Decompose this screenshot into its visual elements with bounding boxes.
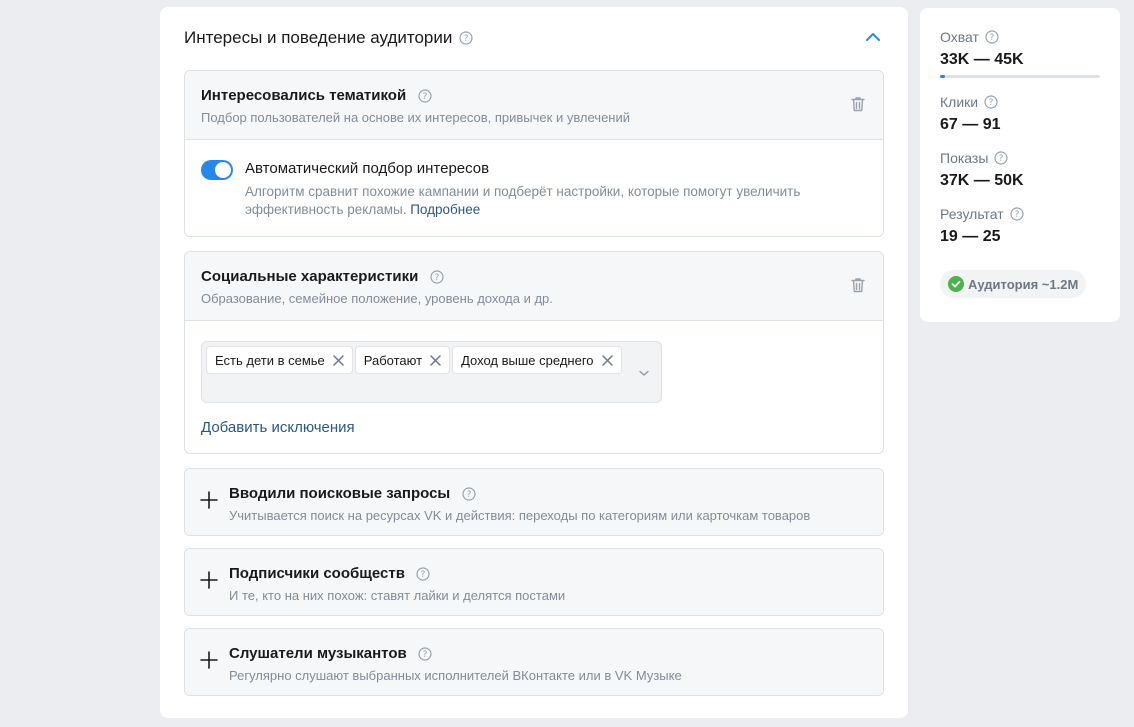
metric-value: 19 — 25 [940, 228, 1001, 245]
expand-plus-icon[interactable] [200, 491, 218, 509]
svg-text:?: ? [464, 34, 469, 44]
social-block-body: Есть дети в семье Работают Доход выше ср… [185, 320, 883, 453]
help-icon[interactable]: ? [984, 95, 998, 109]
search-queries-block[interactable]: Вводили поисковые запросы ? Учитывается … [184, 468, 884, 536]
audience-size-badge: Аудитория ~1.2M [940, 270, 1087, 298]
help-icon[interactable]: ? [985, 30, 999, 44]
music-listeners-block[interactable]: Слушатели музыкантов ? Регулярно слушают… [184, 628, 884, 696]
social-tags-select[interactable]: Есть дети в семье Работают Доход выше ср… [201, 341, 662, 403]
block-subtitle: Учитывается поиск на ресурсах VK и дейст… [229, 508, 811, 523]
delete-trash-icon[interactable] [849, 276, 867, 294]
metric-result: Результат ? 19 — 25 [940, 206, 1100, 246]
metric-label: Клики [940, 94, 979, 110]
auto-interests-title: Автоматический подбор интересов [245, 160, 490, 177]
remove-tag-close-icon[interactable] [430, 354, 441, 366]
tag-chip: Доход выше среднего [452, 346, 622, 374]
check-circle-icon [948, 276, 964, 292]
reach-progress-fill [940, 75, 945, 78]
metric-impressions: Показы ? 37K — 50K [940, 150, 1100, 190]
block-subtitle: Регулярно слушают выбранных исполнителей… [229, 668, 682, 683]
add-exclusions-link[interactable]: Добавить исключения [201, 419, 355, 436]
delete-trash-icon[interactable] [849, 95, 867, 113]
svg-text:?: ? [466, 490, 471, 500]
svg-text:?: ? [434, 273, 439, 283]
metric-value: 33K — 45K [940, 51, 1024, 68]
svg-text:?: ? [423, 650, 428, 660]
tag-chip: Есть дети в семье [206, 346, 353, 374]
block-title: Вводили поисковые запросы [229, 485, 451, 502]
social-title: Социальные характеристики [201, 268, 419, 285]
svg-text:?: ? [990, 33, 995, 43]
svg-text:?: ? [999, 154, 1004, 164]
metric-value: 67 — 91 [940, 116, 1001, 133]
section-header: Интересы и поведение аудитории ? [184, 27, 884, 49]
collapse-section-chevron-up-icon[interactable] [864, 28, 882, 46]
section-title: Интересы и поведение аудитории [184, 28, 453, 47]
chevron-down-icon[interactable] [637, 366, 651, 380]
help-icon[interactable]: ? [462, 487, 476, 501]
social-subtitle: Образование, семейное положение, уровень… [201, 291, 553, 306]
remove-tag-close-icon[interactable] [333, 354, 344, 366]
auto-interests-description: Алгоритм сравнит похожие кампании и подб… [245, 184, 801, 217]
expand-plus-icon[interactable] [200, 651, 218, 669]
svg-text:?: ? [1014, 210, 1019, 220]
interests-subtitle: Подбор пользователей на основе их интере… [201, 110, 631, 125]
help-icon[interactable]: ? [418, 89, 432, 103]
social-block-header: Социальные характеристики ? Образование,… [185, 252, 883, 320]
tag-chip: Работают [354, 346, 451, 374]
help-icon[interactable]: ? [430, 270, 444, 284]
learn-more-link[interactable]: Подробнее [410, 202, 480, 217]
svg-text:?: ? [989, 98, 994, 108]
auto-interests-toggle[interactable] [201, 160, 233, 180]
metric-reach: Охват ? 33K — 45K [940, 29, 1100, 78]
metric-clicks: Клики ? 67 — 91 [940, 94, 1100, 134]
social-block: Социальные характеристики ? Образование,… [184, 251, 884, 454]
interests-block-body: Автоматический подбор интересов Алгоритм… [185, 139, 883, 236]
reach-progress-bar [940, 75, 1100, 78]
metric-value: 37K — 50K [940, 172, 1024, 189]
metric-label: Охват [940, 29, 979, 45]
metric-label: Показы [940, 150, 989, 166]
remove-tag-close-icon[interactable] [601, 354, 613, 366]
help-icon[interactable]: ? [416, 567, 431, 581]
expand-plus-icon[interactable] [200, 571, 218, 589]
audience-interests-card: Интересы и поведение аудитории ? Интерес… [160, 7, 908, 718]
block-title: Подписчики сообществ [229, 565, 405, 582]
svg-text:?: ? [421, 570, 426, 580]
interests-block: Интересовались тематикой ? Подбор пользо… [184, 70, 884, 237]
help-icon[interactable]: ? [994, 151, 1009, 165]
metric-label: Результат [940, 206, 1004, 222]
block-title: Слушатели музыкантов [229, 645, 407, 662]
forecast-card: Охват ? 33K — 45K Клики ? 67 — 91 Показы… [920, 8, 1120, 322]
help-icon[interactable]: ? [418, 647, 432, 661]
svg-text:?: ? [422, 92, 427, 102]
community-subscribers-block[interactable]: Подписчики сообществ ? И те, кто на них … [184, 548, 884, 616]
help-icon[interactable]: ? [1010, 207, 1024, 221]
help-icon[interactable]: ? [459, 31, 473, 45]
interests-title: Интересовались тематикой [201, 87, 407, 104]
interests-block-header: Интересовались тематикой ? Подбор пользо… [185, 71, 883, 139]
block-subtitle: И те, кто на них похож: ставят лайки и д… [229, 588, 566, 603]
